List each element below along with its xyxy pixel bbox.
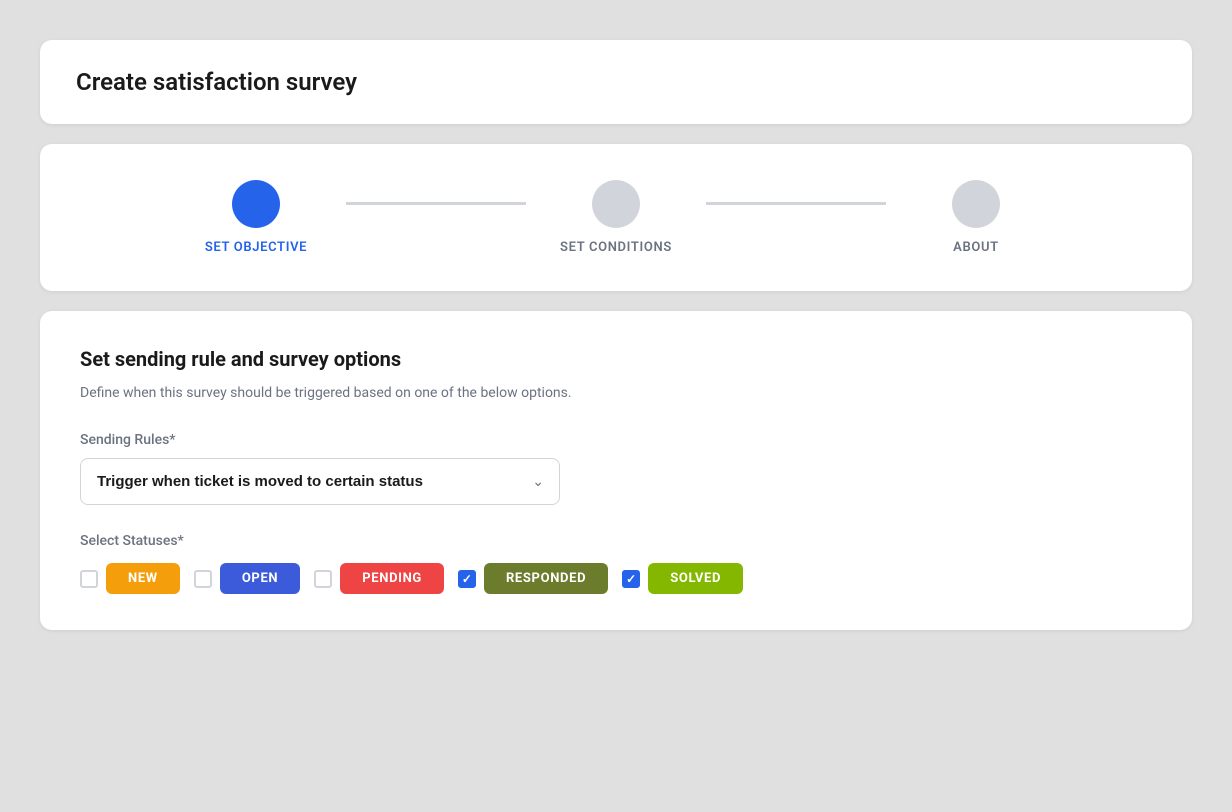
step-connector-1: [346, 202, 526, 205]
status-item-pending: PENDING: [314, 563, 444, 594]
step-label-about: ABOUT: [953, 240, 999, 255]
statuses-row: NEW OPEN PENDING RESPONDED SOLVED: [80, 563, 1152, 594]
sending-rules-select[interactable]: Trigger when ticket is moved to certain …: [80, 458, 560, 505]
status-badge-solved[interactable]: SOLVED: [648, 563, 743, 594]
status-badge-open[interactable]: OPEN: [220, 563, 300, 594]
status-checkbox-pending[interactable]: [314, 570, 332, 588]
status-checkbox-new[interactable]: [80, 570, 98, 588]
step-item-about[interactable]: ABOUT: [886, 180, 1066, 255]
status-item-new: NEW: [80, 563, 180, 594]
step-item-set-conditions[interactable]: SET CONDITIONS: [526, 180, 706, 255]
status-checkbox-open[interactable]: [194, 570, 212, 588]
status-badge-responded[interactable]: RESPONDED: [484, 563, 608, 594]
status-badge-new[interactable]: NEW: [106, 563, 180, 594]
status-checkbox-solved[interactable]: [622, 570, 640, 588]
status-checkbox-responded[interactable]: [458, 570, 476, 588]
step-item-set-objective[interactable]: SET OBJECTIVE: [166, 180, 346, 255]
section-description: Define when this survey should be trigge…: [80, 383, 1152, 404]
step-label-set-conditions: SET CONDITIONS: [560, 240, 672, 255]
sending-rules-dropdown-container: Trigger when ticket is moved to certain …: [80, 458, 560, 505]
page-wrapper: Create satisfaction survey SET OBJECTIVE…: [40, 40, 1192, 630]
status-item-solved: SOLVED: [622, 563, 743, 594]
steps-card: SET OBJECTIVE SET CONDITIONS ABOUT: [40, 144, 1192, 291]
status-badge-pending[interactable]: PENDING: [340, 563, 444, 594]
status-item-open: OPEN: [194, 563, 300, 594]
section-title: Set sending rule and survey options: [80, 347, 1152, 371]
step-circle-set-conditions: [592, 180, 640, 228]
select-statuses-label: Select Statuses*: [80, 533, 1152, 549]
step-label-set-objective: SET OBJECTIVE: [205, 240, 307, 255]
page-title: Create satisfaction survey: [76, 68, 1156, 96]
step-circle-about: [952, 180, 1000, 228]
sending-rules-label: Sending Rules*: [80, 432, 1152, 448]
steps-row: SET OBJECTIVE SET CONDITIONS ABOUT: [166, 180, 1066, 255]
title-card: Create satisfaction survey: [40, 40, 1192, 124]
step-connector-2: [706, 202, 886, 205]
status-item-responded: RESPONDED: [458, 563, 608, 594]
content-card: Set sending rule and survey options Defi…: [40, 311, 1192, 630]
step-circle-set-objective: [232, 180, 280, 228]
